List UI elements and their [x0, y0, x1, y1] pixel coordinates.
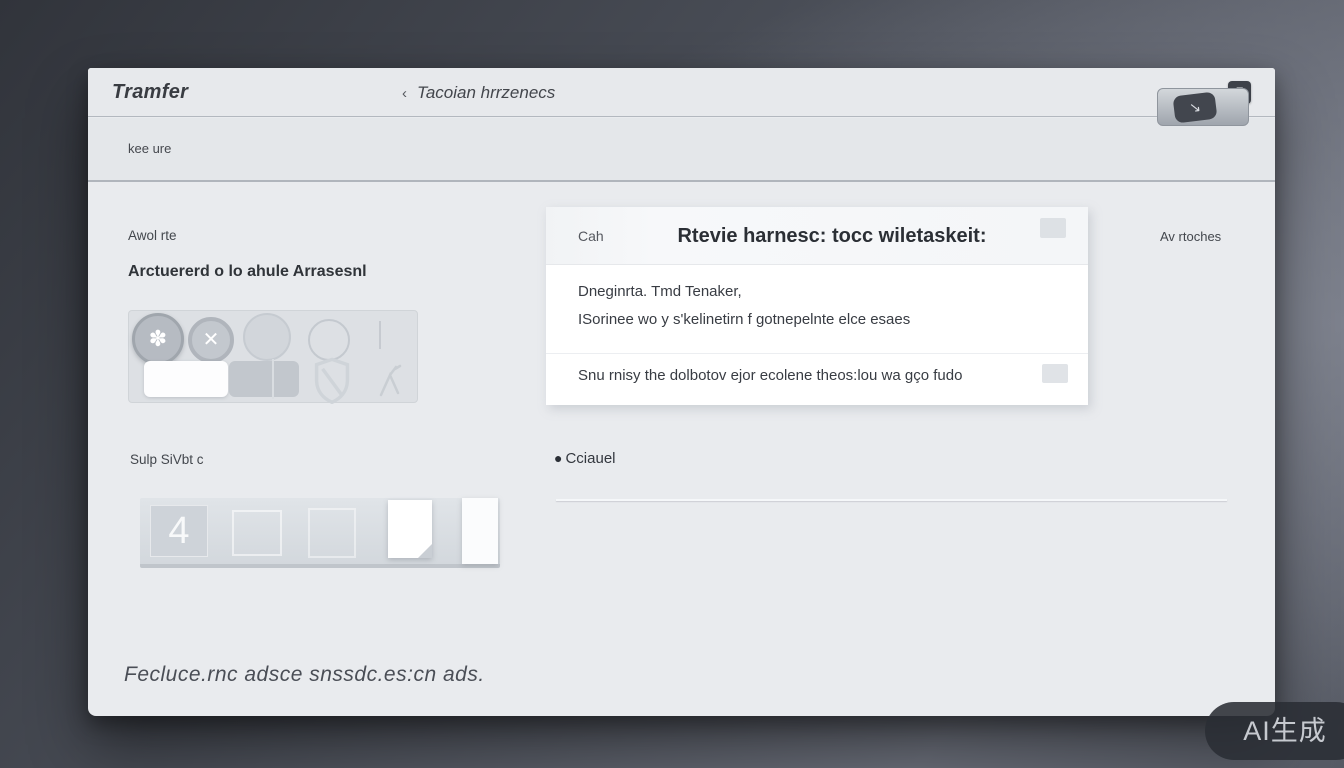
blank-page-icon[interactable]	[462, 498, 498, 564]
status-label: Cciauel	[565, 450, 615, 467]
title-bar: Tramfer ‹Tacoian hrrzenecs F	[88, 68, 1275, 117]
thumbnail-number[interactable]: 4	[150, 505, 208, 557]
close-icon-button[interactable]: ✕	[188, 317, 234, 363]
toolbar: kee ure	[88, 118, 1275, 182]
card-title: Rtevie harnesc: tocc wiletaskeit:	[636, 207, 1028, 265]
shield-off-icon[interactable]	[311, 356, 353, 409]
icon-tray: ✽ ✕	[128, 310, 418, 403]
document-page-icon[interactable]	[388, 500, 432, 558]
toolbar-action-button[interactable]: ↘	[1157, 88, 1249, 126]
left-panel-heading: Arctuererd o lo ahule Arrasesnl	[128, 263, 367, 281]
right-panel-label: Av rtoches	[1160, 229, 1221, 244]
review-card: Cah Rtevie harnesc: tocc wiletaskeit: Dn…	[546, 207, 1088, 405]
left-section-label: Awol rte	[128, 228, 177, 243]
thumbnail-frame[interactable]	[308, 508, 356, 558]
card-footer-line: Snu rnisy the dolbotov ejor ecolene theo…	[578, 367, 1018, 384]
tray-divider	[379, 321, 381, 349]
footer-note: Fecluce.rnc adsce snssdc.es:cn ads.	[124, 663, 485, 687]
breadcrumb-label[interactable]: Tacoian hrrzenecs	[417, 83, 555, 102]
paw-icon-button[interactable]: ✽	[132, 313, 184, 365]
app-window: Tramfer ‹Tacoian hrrzenecs F kee ure ↘ A…	[88, 68, 1275, 716]
secondary-pill-button[interactable]	[229, 361, 299, 397]
sketch-button[interactable]	[144, 361, 228, 397]
card-body-line: Dneginrta. Tmd Tenaker,	[578, 283, 742, 300]
toolbar-action-icon: ↘	[1173, 92, 1218, 124]
card-header-checkbox[interactable]	[1040, 218, 1066, 238]
card-header-label: Cah	[578, 207, 604, 265]
left-section2-label: Sulp SiVbt c	[130, 452, 204, 467]
thumbnail-strip: 4	[140, 498, 500, 568]
card-divider	[546, 353, 1088, 354]
outline-circle-button[interactable]	[308, 319, 350, 361]
ai-watermark: AI生成	[1205, 702, 1344, 760]
breadcrumb[interactable]: ‹ Tacoian hrrzenecs	[402, 68, 555, 118]
card-header: Cah Rtevie harnesc: tocc wiletaskeit:	[546, 207, 1088, 265]
card-footer-checkbox[interactable]	[1042, 364, 1068, 383]
app-title: Tramfer	[112, 68, 188, 117]
horizontal-rule	[556, 499, 1227, 501]
signature-icon	[373, 359, 407, 406]
blank-circle-button[interactable]	[243, 313, 291, 361]
card-body-line: ISorinee wo y s'kelinetirn f gotnepelnte…	[578, 311, 910, 328]
desktop-background: Tramfer ‹Tacoian hrrzenecs F kee ure ↘ A…	[0, 0, 1344, 768]
thumbnail-frame[interactable]	[232, 510, 282, 556]
bullet-icon: ●	[554, 450, 562, 466]
back-chevron-icon[interactable]: ‹	[402, 85, 407, 102]
status-row[interactable]: ●Cciauel	[554, 450, 616, 467]
toolbar-label: kee ure	[128, 118, 171, 180]
pill-divider	[272, 359, 274, 399]
